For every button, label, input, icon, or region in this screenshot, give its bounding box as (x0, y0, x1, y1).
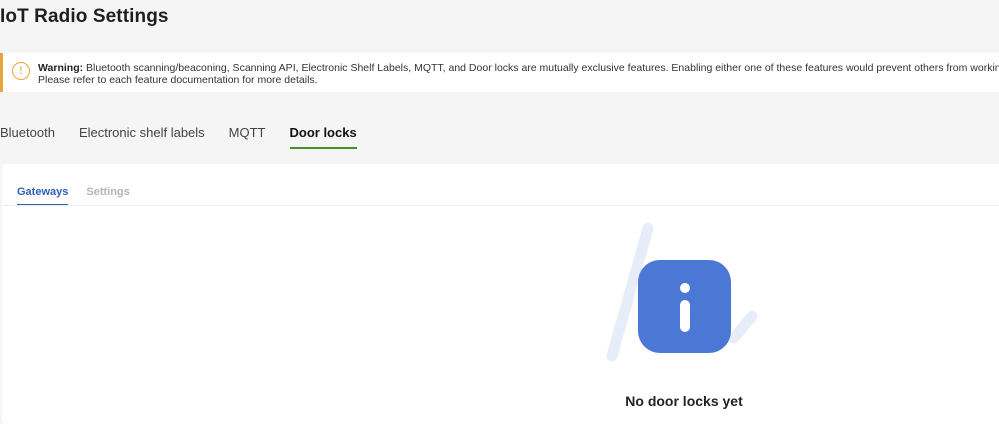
subtab-divider (2, 205, 999, 206)
warning-message: Bluetooth scanning/beaconing, Scanning A… (38, 62, 999, 86)
warning-label: Warning: (38, 62, 84, 74)
tab-bluetooth[interactable]: Bluetooth (0, 125, 55, 149)
door-locks-panel: Gateways Settings No door locks yet (2, 164, 999, 424)
warning-text: Warning: Bluetooth scanning/beaconing, S… (38, 62, 999, 86)
subtab-settings[interactable]: Settings (86, 186, 129, 206)
tab-electronic-shelf-labels[interactable]: Electronic shelf labels (79, 125, 205, 149)
tab-mqtt[interactable]: MQTT (229, 125, 266, 149)
warning-banner: ! Warning: Bluetooth scanning/beaconing,… (0, 53, 999, 92)
page-title: IoT Radio Settings (0, 6, 169, 27)
warning-exclamation-icon: ! (12, 62, 30, 80)
decor-stroke-right (728, 310, 758, 344)
subtabs: Gateways Settings (17, 186, 148, 206)
subtab-gateways[interactable]: Gateways (17, 186, 69, 206)
tab-door-locks[interactable]: Door locks (289, 125, 357, 149)
feature-tabs: Bluetooth Electronic shelf labels MQTT D… (0, 125, 381, 149)
empty-state-title: No door locks yet (625, 393, 743, 409)
empty-state-illustration (606, 222, 758, 362)
